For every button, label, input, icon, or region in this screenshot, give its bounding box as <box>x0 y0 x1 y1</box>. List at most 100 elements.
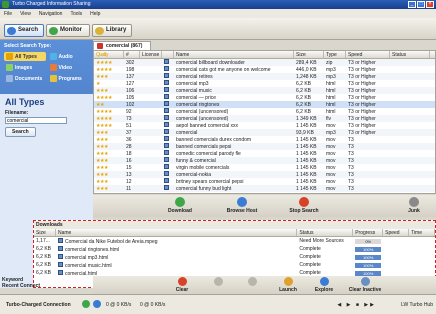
dl-column-name[interactable]: Name <box>56 229 298 236</box>
menu-navigation[interactable]: Navigation <box>39 11 63 17</box>
search-type-images[interactable]: Images <box>4 63 46 72</box>
cell-size: 1 145 KB <box>296 171 317 178</box>
download-row[interactable]: 6,2 KB comercial music.html Complete 100% <box>34 261 435 269</box>
filename-input[interactable] <box>5 117 67 124</box>
table-row[interactable]: ★★★★ 73 comercial (uncensored) 1 349 KB flv T… <box>94 115 435 122</box>
table-row[interactable]: ★★★★ 105 comercial — price 6,2 KB html T3 or … <box>94 94 435 101</box>
cell-speed: T3 <box>348 164 354 171</box>
junk-button[interactable]: Junk <box>397 197 431 214</box>
cell-count: 28 <box>126 143 132 150</box>
column-header-quality[interactable]: Quality <box>94 51 124 58</box>
cell-file-icon <box>162 171 174 178</box>
file-icon <box>164 59 169 64</box>
clear-inactive-button[interactable]: Clear Inactive <box>343 277 387 293</box>
column-header-type[interactable]: Type <box>324 51 346 58</box>
cell-name: comercial music <box>176 87 212 94</box>
file-icon <box>164 157 169 162</box>
search-button[interactable]: Search <box>5 127 36 137</box>
table-row[interactable]: ★★★ 11 comercial funny bud light 1 145 KB mo… <box>94 185 435 192</box>
table-row[interactable]: ★★★ 18 comedic comercial parody fle 1 145 K… <box>94 150 435 157</box>
cell-file-icon <box>162 143 174 150</box>
table-row[interactable]: ★★★ 16 funny & comercial 1 145 KB mov T3 <box>94 157 435 164</box>
search-type-label: Images <box>15 65 33 71</box>
download-name-text: comercial ringtones.html <box>64 246 120 253</box>
column-header-size[interactable]: Size <box>294 51 324 58</box>
clear-button[interactable]: Clear <box>165 277 199 293</box>
table-row[interactable]: ★★★ 137 comercial retires 1,248 KB mp3 T3 or … <box>94 73 435 80</box>
stop-search-label: Stop Search <box>289 208 319 214</box>
download-size: 6,2 KB <box>36 246 52 252</box>
library-tab-button[interactable]: Library <box>92 24 132 37</box>
cell-count: 92 <box>126 108 132 115</box>
download-row[interactable]: 6,2 KB comercial ringtones.html Complete 10… <box>34 245 435 253</box>
explore-button[interactable]: Explore <box>307 277 341 293</box>
cell-name: comercial funny bud light <box>176 185 232 192</box>
results-tab[interactable]: comercial (867) <box>93 41 151 50</box>
table-row[interactable]: ★★★ 36 banned comercials durex condom 1 145… <box>94 136 435 143</box>
column-header-count[interactable]: # <box>124 51 140 58</box>
maximize-icon[interactable]: □ <box>417 1 425 8</box>
cell-file-icon <box>162 129 174 136</box>
dl-column-speed[interactable]: Speed <box>383 229 410 236</box>
cell-quality: ★★★★ <box>96 59 112 66</box>
download-button[interactable]: Download <box>157 197 203 214</box>
browse-host-button[interactable]: Browse Host <box>219 197 265 214</box>
table-row[interactable]: ★★★ 13 comercial-nokia 1 145 KB mov T3 <box>94 171 435 178</box>
table-row[interactable]: ★★★ 28 banned comercials pepsi 1 145 KB mov T… <box>94 143 435 150</box>
column-header-speed[interactable]: Speed <box>346 51 390 58</box>
menu-view[interactable]: View <box>20 11 31 17</box>
search-type-video[interactable]: Video <box>48 63 90 72</box>
download-status: Complete <box>299 254 321 260</box>
table-row[interactable]: ★ 127 comercial mp3 6,2 KB html T3 or Higher <box>94 80 435 87</box>
monitor-tab-button[interactable]: Monitor <box>46 24 90 37</box>
title-bar: Turbo Charged Information Sharing _ □ × <box>0 0 436 9</box>
column-header-license[interactable]: License <box>140 51 162 58</box>
column-header-name[interactable]: Name <box>174 51 294 58</box>
table-row[interactable]: ★★★★ 302 comercial billboard downloader 289… <box>94 59 435 66</box>
download-name-text: Comercial da Nike Futebol de Areia.mpeg <box>64 238 158 245</box>
table-row[interactable]: ★★★ 37 comercial 93,9 KB mp3 T3 or Higher <box>94 129 435 136</box>
cell-type: mov <box>326 185 336 192</box>
table-row[interactable]: ★★★ 15 virgin mobile comercials 1 145 KB mov… <box>94 164 435 171</box>
menu-file[interactable]: File <box>4 11 12 17</box>
download-name: comercial music.html <box>56 261 297 269</box>
search-type-documents[interactable]: Documents <box>4 74 46 83</box>
download-row[interactable]: 1,17... Comercial da Nike Futebol de Arei… <box>34 237 435 245</box>
search-type-audio[interactable]: Audio <box>48 52 90 61</box>
table-row[interactable]: ★★★★ 92 comercial (uncensored) 6,2 KB html T3… <box>94 108 435 115</box>
close-icon[interactable]: × <box>426 1 434 8</box>
table-row[interactable]: ★★ 102 comercial ringtones 6,2 KB html T3 or … <box>94 101 435 108</box>
cell-count: 106 <box>126 87 135 94</box>
table-row[interactable]: ★★★ 106 comercial music 6,2 KB html T3 or Hig… <box>94 87 435 94</box>
menu-help[interactable]: Help <box>90 11 100 17</box>
search-type-all[interactable]: All Types <box>4 52 46 61</box>
media-player-controls[interactable]: ◀ ▶ ■ ▶▶ <box>337 302 376 308</box>
cell-type: mov <box>326 157 336 164</box>
column-header-icon[interactable] <box>162 51 174 58</box>
launch-button[interactable]: Launch <box>271 277 305 293</box>
table-row[interactable]: ★★★★ 198 comercial cats got me anyone on w… <box>94 66 435 73</box>
dl-column-time[interactable]: Time <box>409 229 435 236</box>
table-row[interactable]: ★★★★ 51 aepol banned comercial xxx 1 145 KB… <box>94 122 435 129</box>
cell-type: mov <box>326 164 336 171</box>
dl-column-status[interactable]: Status <box>297 229 354 236</box>
minimize-icon[interactable]: _ <box>408 1 416 8</box>
table-row[interactable]: ★★★ 12 britney spears comercial pepsi 1 145… <box>94 178 435 185</box>
download-row[interactable]: 6,2 KB comercial mp3.html Complete 100% <box>34 253 435 261</box>
menu-tools[interactable]: Tools <box>70 11 82 17</box>
cell-count: 73 <box>126 115 132 122</box>
results-header: Quality # License Name Size Type Speed S… <box>94 51 435 59</box>
file-icon <box>164 73 169 78</box>
cell-size: 1,248 KB <box>296 73 317 80</box>
dl-column-size[interactable]: Size <box>34 229 56 236</box>
dl-column-progress[interactable]: Progress <box>353 229 384 236</box>
download-progress: 0% <box>353 238 383 244</box>
search-type-programs[interactable]: Programs <box>48 74 90 83</box>
stop-search-button[interactable]: Stop Search <box>281 197 327 214</box>
column-header-status[interactable]: Status <box>390 51 430 58</box>
search-tab-button[interactable]: Search <box>4 24 44 37</box>
progress-label: 100% <box>363 270 374 276</box>
recent-connect-tab[interactable]: Recent Connect <box>2 283 78 289</box>
cell-count: 15 <box>126 164 132 171</box>
cell-quality: ★★★★ <box>96 108 112 115</box>
